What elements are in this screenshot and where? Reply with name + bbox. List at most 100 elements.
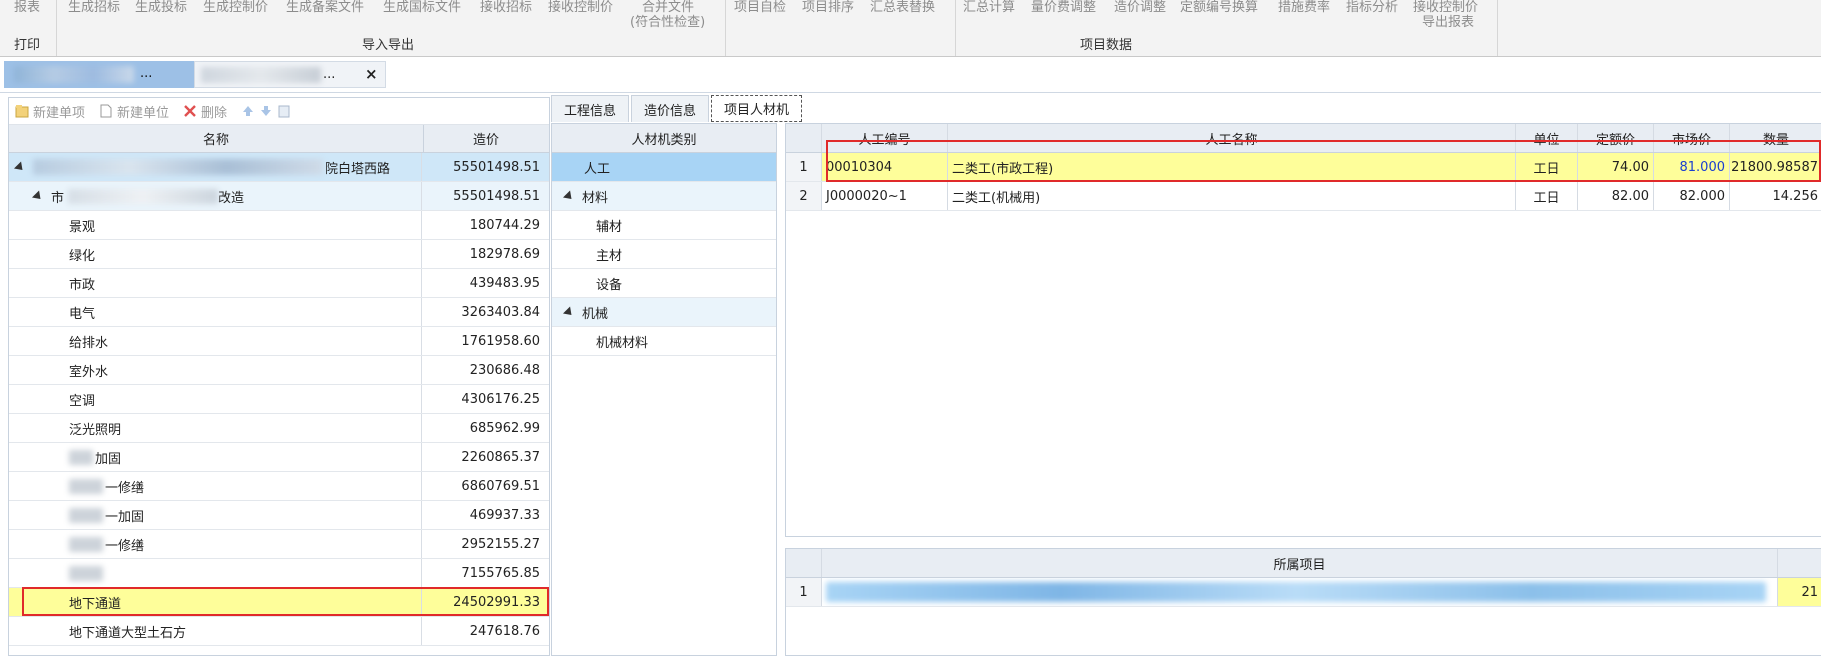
tree-row[interactable]: 7155765.85 xyxy=(9,559,549,588)
category-machinery[interactable]: 机械 xyxy=(552,298,776,327)
category-material[interactable]: 材料 xyxy=(552,182,776,211)
labor-unit[interactable]: 工日 xyxy=(1516,182,1578,210)
row-index: 1 xyxy=(786,578,822,606)
price-column-header[interactable]: 造价 xyxy=(424,125,548,152)
tree-row[interactable]: 市政 439483.95 xyxy=(9,269,549,298)
row-value: 247618.76 xyxy=(469,623,540,639)
col-unit-header[interactable]: 单位 xyxy=(1516,124,1578,152)
category-equipment[interactable]: 设备 xyxy=(552,269,776,298)
tree-row[interactable]: 一加固 469937.33 xyxy=(9,501,549,530)
new-unit-button[interactable]: 新建单位 xyxy=(99,102,169,121)
project-sort-button[interactable]: 项目排序 xyxy=(802,0,854,16)
category-label: 材料 xyxy=(582,190,609,206)
category-labor[interactable]: 人工 xyxy=(552,153,776,182)
labor-code[interactable]: J0000020~1 xyxy=(822,182,948,210)
receive-control-export-button[interactable]: 接收控制价 xyxy=(1413,0,1478,16)
tree-row[interactable]: 一修缮 6860769.51 xyxy=(9,472,549,501)
tree-row[interactable]: 泛光照明 685962.99 xyxy=(9,414,549,443)
col-quantity-header[interactable]: 数量 xyxy=(1730,124,1821,152)
tab-cost-info[interactable]: 造价信息 xyxy=(631,95,710,122)
tree-row-selected[interactable]: 地下通道 24502991.33 xyxy=(9,588,549,617)
summary-calc-button[interactable]: 汇总计算 xyxy=(963,0,1015,16)
receive-bid-button[interactable]: 接收招标 xyxy=(480,0,532,16)
root-name: 院白塔西路 xyxy=(325,161,391,177)
labor-name[interactable]: 二类工(机械用) xyxy=(948,182,1516,210)
tree-row[interactable]: 绿化 182978.69 xyxy=(9,240,549,269)
new-unit-label: 新建单位 xyxy=(117,105,170,121)
blurred-name xyxy=(69,507,103,523)
category-machinery-material[interactable]: 机械材料 xyxy=(552,327,776,356)
labor-market-price[interactable]: 81.000 xyxy=(1654,153,1730,181)
tree-row[interactable]: 地下通道大型土石方 247618.76 xyxy=(9,617,549,646)
move-down-icon[interactable] xyxy=(259,104,273,118)
owner-header-row: 所属项目 xyxy=(786,549,1821,578)
delete-button[interactable]: 删除 xyxy=(183,102,227,121)
tab-project-info[interactable]: 工程信息 xyxy=(551,95,630,122)
cost-adjust-button[interactable]: 造价调整 xyxy=(1114,0,1166,16)
tree-row-root[interactable]: 院白塔西路 55501498.51 xyxy=(9,153,549,182)
tree-row[interactable]: 室外水 230686.48 xyxy=(9,356,549,385)
row-name: 泛光照明 xyxy=(9,414,422,442)
tab-project-labor-material-machine[interactable]: 项目人材机 xyxy=(711,95,803,122)
clipboard-icon[interactable] xyxy=(277,104,291,118)
qty-price-adjust-button[interactable]: 量价费调整 xyxy=(1031,0,1096,16)
blurred-name xyxy=(68,188,219,204)
measure-rate-button[interactable]: 措施费率 xyxy=(1278,0,1330,16)
tree-row[interactable]: 景观 180744.29 xyxy=(9,211,549,240)
project-self-check-button[interactable]: 项目自检 xyxy=(734,0,786,16)
col-code-header[interactable]: 人工编号 xyxy=(822,124,948,152)
collapse-arrow-icon[interactable] xyxy=(562,189,576,203)
tree-row-sub[interactable]: 市 改造 55501498.51 xyxy=(9,182,549,211)
tree-row[interactable]: 给排水 1761958.60 xyxy=(9,327,549,356)
labor-quantity[interactable]: 14.256 xyxy=(1730,182,1821,210)
collapse-arrow-icon[interactable] xyxy=(13,160,27,174)
row-value: 469937.33 xyxy=(469,507,540,523)
owner-column-header[interactable]: 所属项目 xyxy=(822,549,1778,577)
col-quota-price-header[interactable]: 定额价 xyxy=(1578,124,1654,152)
report-button[interactable]: 报表 xyxy=(14,0,40,16)
category-label: 设备 xyxy=(596,277,623,293)
tree-row[interactable]: 空调 4306176.25 xyxy=(9,385,549,414)
move-up-icon[interactable] xyxy=(241,104,255,118)
labor-market-price[interactable]: 82.000 xyxy=(1654,182,1730,210)
document-tab-2[interactable]: ... × xyxy=(194,61,386,88)
labor-name[interactable]: 二类工(市政工程) xyxy=(948,153,1516,181)
labor-row-selected[interactable]: 1 00010304 二类工(市政工程) 工日 74.00 81.000 218… xyxy=(786,153,1821,182)
labor-code[interactable]: 00010304 xyxy=(822,153,948,181)
col-name-header[interactable]: 人工名称 xyxy=(948,124,1516,152)
summary-replace-button[interactable]: 汇总表替换 xyxy=(870,0,935,16)
quota-code-convert-button[interactable]: 定额编号换算 xyxy=(1180,0,1258,16)
new-item-button[interactable]: 新建单项 xyxy=(15,102,85,121)
gen-bid-button[interactable]: 生成投标 xyxy=(135,0,187,16)
ribbon: 报表 打印 生成招标 生成投标 生成控制价 生成备案文件 生成国标文件 接收招标… xyxy=(0,0,1821,57)
collapse-arrow-icon[interactable] xyxy=(562,305,576,319)
col-market-price-header[interactable]: 市场价 xyxy=(1654,124,1730,152)
export-report-label[interactable]: 导出报表 xyxy=(1422,15,1474,31)
labor-row[interactable]: 2 J0000020~1 二类工(机械用) 工日 82.00 82.000 14… xyxy=(786,182,1821,211)
tree-row[interactable]: 电气 3263403.84 xyxy=(9,298,549,327)
labor-quantity[interactable]: 21800.98587 xyxy=(1730,153,1821,181)
owner-row[interactable]: 1 21 xyxy=(786,578,1821,607)
category-aux-material[interactable]: 辅材 xyxy=(552,211,776,240)
name-column-header[interactable]: 名称 xyxy=(9,125,424,152)
tree-row[interactable]: 一修缮 2952155.27 xyxy=(9,530,549,559)
document-tab-1[interactable]: ... xyxy=(4,61,194,88)
owner-project-name[interactable] xyxy=(822,578,1778,606)
tree-row[interactable]: 加固 2260865.37 xyxy=(9,443,549,472)
tree-toolbar: 新建单项 新建单位 删除 xyxy=(9,98,549,125)
receive-control-button[interactable]: 接收控制价 xyxy=(548,0,613,16)
labor-quota-price[interactable]: 82.00 xyxy=(1578,182,1654,210)
gen-control-price-button[interactable]: 生成控制价 xyxy=(203,0,268,16)
gen-bid-invite-button[interactable]: 生成招标 xyxy=(68,0,120,16)
close-icon[interactable]: × xyxy=(365,65,378,83)
category-main-material[interactable]: 主材 xyxy=(552,240,776,269)
gen-filing-button[interactable]: 生成备案文件 xyxy=(286,0,364,16)
merge-file-button[interactable]: 合并文件 xyxy=(642,0,694,16)
gen-national-button[interactable]: 生成国标文件 xyxy=(383,0,461,16)
collapse-arrow-icon[interactable] xyxy=(31,189,45,203)
labor-unit[interactable]: 工日 xyxy=(1516,153,1578,181)
new-item-label: 新建单项 xyxy=(33,105,86,121)
index-analysis-button[interactable]: 指标分析 xyxy=(1346,0,1398,16)
blurred-name xyxy=(826,582,1766,602)
labor-quota-price[interactable]: 74.00 xyxy=(1578,153,1654,181)
